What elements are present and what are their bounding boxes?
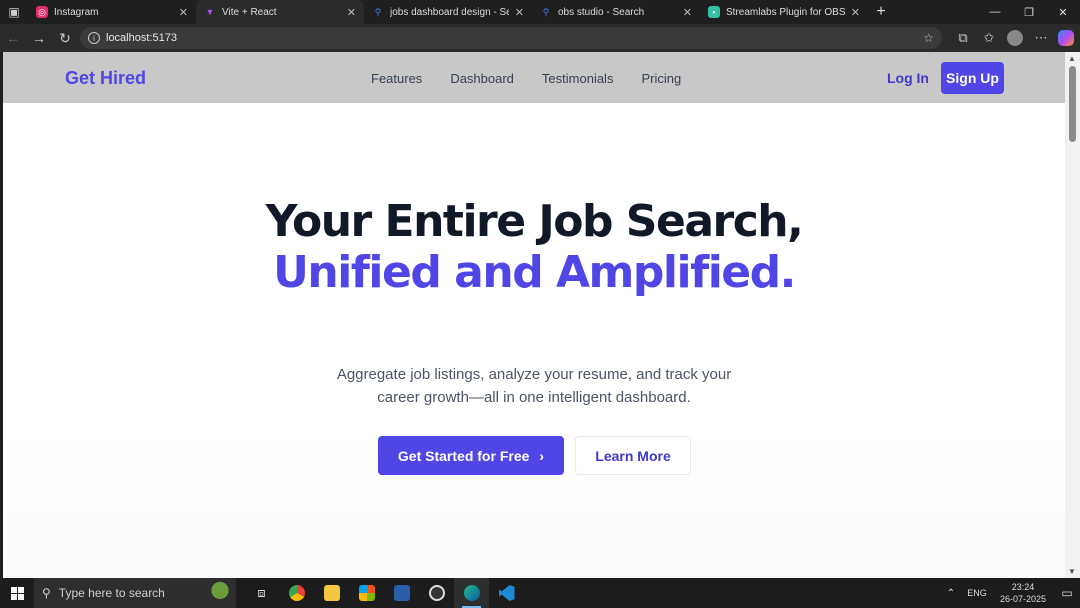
scroll-up-icon[interactable]: ▲ — [1068, 54, 1076, 63]
windows-logo-icon — [10, 586, 24, 600]
browser-tab-strip: ▣ ◎ Instagram ✕ ▼ Vite + React ✕ ⚲ jobs … — [0, 0, 1080, 24]
minimize-icon[interactable]: — — [978, 0, 1012, 24]
app-icon[interactable] — [384, 578, 419, 608]
clock-time: 23:24 — [1011, 582, 1035, 592]
hero-section: Your Entire Job Search, Unified and Ampl… — [3, 103, 1065, 578]
refresh-icon[interactable]: ↻ — [52, 24, 78, 52]
task-view-icon[interactable]: ⧈ — [244, 578, 279, 608]
chevron-up-icon[interactable]: ⌃ — [940, 588, 962, 599]
nav-link-pricing[interactable]: Pricing — [641, 71, 681, 86]
search-icon: ⚲ — [42, 586, 51, 600]
url-text: localhost:5173 — [106, 32, 177, 44]
nav-link-testimonials[interactable]: Testimonials — [542, 71, 614, 86]
close-icon[interactable]: ✕ — [515, 6, 524, 19]
tab-obs-search[interactable]: ⚲ obs studio - Search ✕ — [532, 0, 700, 24]
back-icon[interactable]: ← — [0, 24, 26, 52]
edge-icon[interactable] — [454, 578, 489, 608]
address-bar[interactable]: i localhost:5173 ☆ — [80, 27, 942, 49]
close-icon[interactable]: ✕ — [683, 6, 692, 19]
tab-title: obs studio - Search — [558, 6, 645, 18]
forward-icon[interactable]: → — [26, 24, 52, 52]
chrome-icon[interactable] — [279, 578, 314, 608]
language-indicator[interactable]: ENG — [962, 588, 992, 598]
get-started-label: Get Started for Free — [397, 447, 530, 464]
windows-taskbar: ⚲ Type here to search ⧈ ⌃ ENG 23:24 26-0… — [0, 578, 1080, 608]
system-tray: ⌃ ENG 23:24 26-07-2025 ▭ — [940, 578, 1080, 608]
vite-icon: ▼ — [205, 7, 215, 17]
get-started-button[interactable]: Get Started for Free › — [378, 436, 564, 475]
signup-button[interactable]: Sign Up — [941, 62, 1004, 94]
window-controls: — ❐ ✕ — [978, 0, 1080, 24]
site-header: Get Hired Features Dashboard Testimonial… — [3, 52, 1065, 103]
tab-instagram[interactable]: ◎ Instagram ✕ — [28, 0, 196, 24]
learn-more-button[interactable]: Learn More — [575, 436, 691, 475]
start-button[interactable] — [0, 578, 34, 608]
copilot-icon[interactable] — [1058, 30, 1074, 46]
tab-title: jobs dashboard design - Search — [390, 6, 509, 18]
tab-vite-react[interactable]: ▼ Vite + React ✕ — [196, 0, 364, 24]
scroll-down-icon[interactable]: ▼ — [1068, 567, 1076, 576]
notifications-icon[interactable]: ▭ — [1054, 586, 1080, 600]
extensions-icon[interactable]: ⧉ — [950, 24, 976, 52]
microsoft-store-icon[interactable] — [349, 578, 384, 608]
close-icon[interactable]: ✕ — [179, 6, 188, 19]
tab-title: Instagram — [54, 6, 99, 18]
hero-subtitle: Aggregate job listings, analyze your res… — [336, 366, 732, 406]
tab-actions-icon[interactable]: ▣ — [0, 0, 28, 24]
chevron-right-icon: › — [539, 447, 545, 464]
favorite-star-icon[interactable]: ☆ — [923, 31, 934, 45]
file-explorer-icon[interactable] — [314, 578, 349, 608]
profile-avatar[interactable] — [1007, 30, 1023, 46]
toolbar-actions: ⧉ ✩ ⋯ — [950, 24, 1074, 52]
search-highlight-icon — [206, 580, 234, 606]
login-button[interactable]: Log In — [887, 70, 929, 86]
close-icon[interactable]: ✕ — [851, 6, 860, 19]
obs-icon[interactable] — [419, 578, 454, 608]
clock[interactable]: 23:24 26-07-2025 — [992, 581, 1054, 605]
close-icon[interactable]: ✕ — [347, 6, 356, 19]
nav-link-features[interactable]: Features — [371, 71, 422, 86]
tab-streamlabs[interactable]: ▪ Streamlabs Plugin for OBS | Add Al ✕ — [700, 0, 868, 24]
tab-title: Streamlabs Plugin for OBS | Add Al — [726, 6, 845, 18]
site-nav: Features Dashboard Testimonials Pricing — [371, 71, 709, 86]
hero-title-line2: Unified and Amplified. — [273, 247, 796, 298]
taskbar-search[interactable]: ⚲ Type here to search — [34, 578, 236, 608]
close-window-icon[interactable]: ✕ — [1046, 0, 1080, 24]
streamlabs-icon: ▪ — [708, 6, 720, 18]
clock-date: 26-07-2025 — [999, 594, 1047, 604]
new-tab-button[interactable]: + — [868, 0, 894, 24]
site-info-icon[interactable]: i — [88, 32, 100, 44]
search-icon: ⚲ — [374, 6, 382, 17]
search-icon: ⚲ — [542, 6, 550, 17]
vscode-icon[interactable] — [489, 578, 524, 608]
more-menu-icon[interactable]: ⋯ — [1028, 24, 1054, 52]
taskbar-search-placeholder: Type here to search — [58, 586, 165, 600]
favorites-icon[interactable]: ✩ — [976, 24, 1002, 52]
taskbar-apps: ⧈ — [244, 578, 524, 608]
page-scrollbar[interactable]: ▲ ▼ — [1065, 52, 1080, 578]
instagram-icon: ◎ — [36, 6, 48, 18]
restore-icon[interactable]: ❐ — [1012, 0, 1046, 24]
hero-title-line1: Your Entire Job Search, — [265, 196, 804, 247]
scrollbar-thumb[interactable] — [1069, 66, 1076, 142]
site-logo[interactable]: Get Hired — [65, 68, 146, 89]
browser-toolbar: ← → ↻ i localhost:5173 ☆ ⧉ ✩ ⋯ — [0, 24, 1080, 52]
tab-jobs-search[interactable]: ⚲ jobs dashboard design - Search ✕ — [364, 0, 532, 24]
page-viewport: Get Hired Features Dashboard Testimonial… — [3, 52, 1065, 578]
tab-title: Vite + React — [222, 6, 277, 18]
nav-link-dashboard[interactable]: Dashboard — [450, 71, 514, 86]
